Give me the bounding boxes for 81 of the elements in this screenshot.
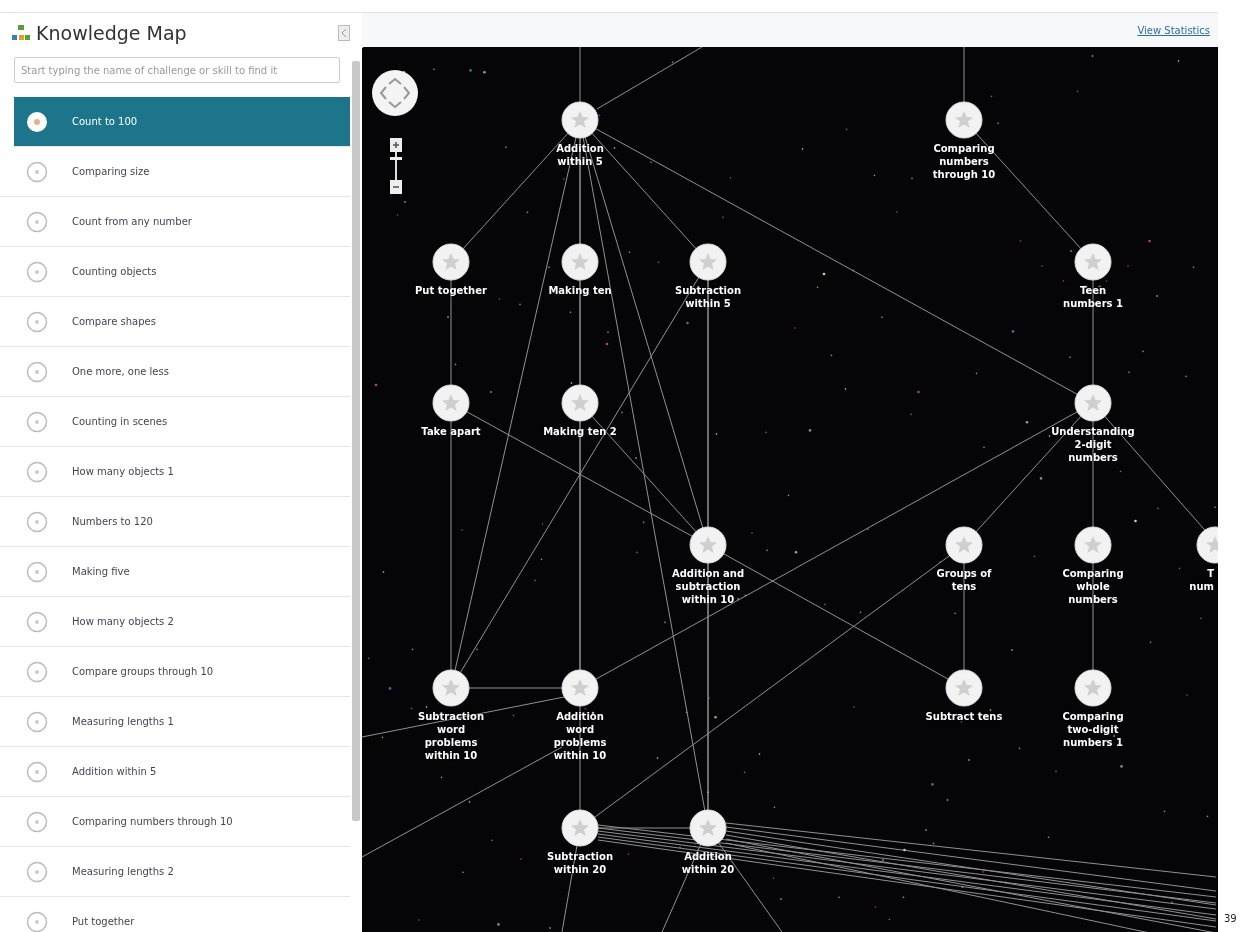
skill-icon [26,160,48,183]
skill-icon [26,710,48,733]
zoom-out-button[interactable] [390,180,402,194]
skill-icon [26,510,48,533]
skill-item[interactable]: How many objects 2 [0,597,350,647]
skill-node[interactable] [1074,526,1112,564]
skill-node[interactable] [1074,384,1112,422]
node-label: Addition and subtraction within 10 [671,567,745,606]
skill-item[interactable]: Numbers to 120 [0,497,350,547]
skill-icon [26,760,48,783]
skill-item[interactable]: Counting objects [0,247,350,297]
skill-item[interactable]: Compare groups through 10 [0,647,350,697]
skill-node[interactable] [689,243,727,281]
skill-item[interactable]: Put together [0,897,350,932]
skill-icon [26,410,48,433]
statistics-link[interactable]: View Statistics [1137,22,1210,38]
skill-node[interactable] [561,809,599,847]
node-label: Comparing numbers through 10 [932,142,996,181]
skill-icon [26,360,48,383]
skill-icon [26,610,48,633]
skill-item[interactable]: Compare shapes [0,297,350,347]
zoom-slider-thumb[interactable] [390,157,402,160]
skill-icon [26,860,48,883]
skill-item[interactable]: Count to 100 [14,97,350,147]
skill-node[interactable] [432,243,470,281]
node-label: Making ten [548,284,612,297]
skill-item[interactable]: Counting in scenes [0,397,350,447]
node-label: Subtraction within 20 [546,850,614,876]
skill-node[interactable] [561,243,599,281]
skill-icon [26,810,48,833]
skill-item[interactable]: Measuring lengths 1 [0,697,350,747]
skill-node[interactable] [1074,669,1112,707]
node-label: Subtraction within 5 [674,284,742,310]
skill-node[interactable] [561,669,599,707]
search-field[interactable]: Start typing the name of challenge or skill to find it [14,57,340,83]
node-label: Addition within 20 [681,850,735,876]
skill-node[interactable] [689,526,727,564]
skill-node[interactable] [689,809,727,847]
zoom-in-button[interactable] [390,138,402,152]
pan-control[interactable] [371,69,419,117]
skill-icon [26,910,48,932]
node-label: Understanding 2-digit numbers [1051,425,1135,464]
node-label: Put together [415,284,487,297]
node-label: Comparing two-digit numbers 1 [1062,710,1124,749]
skill-node[interactable] [945,101,983,139]
skill-item[interactable]: Making five [0,547,350,597]
logo-icon [12,25,30,41]
node-label: Addition within 5 [556,142,604,168]
page-number: 39 [1223,912,1237,926]
node-label: Addition word problems within 10 [553,710,607,762]
skill-item[interactable]: Count from any number [0,197,350,247]
skill-icon [26,660,48,683]
node-label: Comparing whole numbers [1062,567,1124,606]
skill-icon [26,560,48,583]
skill-node[interactable] [945,526,983,564]
skill-node[interactable] [561,384,599,422]
node-label: Subtraction word problems within 10 [417,710,485,762]
node-label: Making ten 2 [543,425,617,438]
skill-item[interactable]: Addition within 5 [0,747,350,797]
skill-item[interactable]: One more, one less [0,347,350,397]
skill-node[interactable] [561,101,599,139]
skill-item[interactable]: Comparing size [0,147,350,197]
skill-item[interactable]: Measuring lengths 2 [0,847,350,897]
skill-item[interactable]: Comparing numbers through 10 [0,797,350,847]
app-title: Knowledge Map [36,20,187,46]
node-label: Groups of tens [936,567,992,593]
node-label: T num [1189,567,1215,593]
skill-icon [26,310,48,333]
node-label: Teen numbers 1 [1063,284,1123,310]
skill-item[interactable]: How many objects 1 [0,447,350,497]
skill-icon [26,260,48,283]
skill-icon [26,210,48,233]
skill-icon [26,460,48,483]
skill-icon [26,110,48,133]
node-label: Take apart [421,425,481,438]
scrollbar-thumb[interactable] [352,61,360,821]
skill-node[interactable] [945,669,983,707]
skill-node[interactable] [432,384,470,422]
node-label: Subtract tens [925,710,1003,723]
skill-node[interactable] [432,669,470,707]
skill-node[interactable] [1074,243,1112,281]
